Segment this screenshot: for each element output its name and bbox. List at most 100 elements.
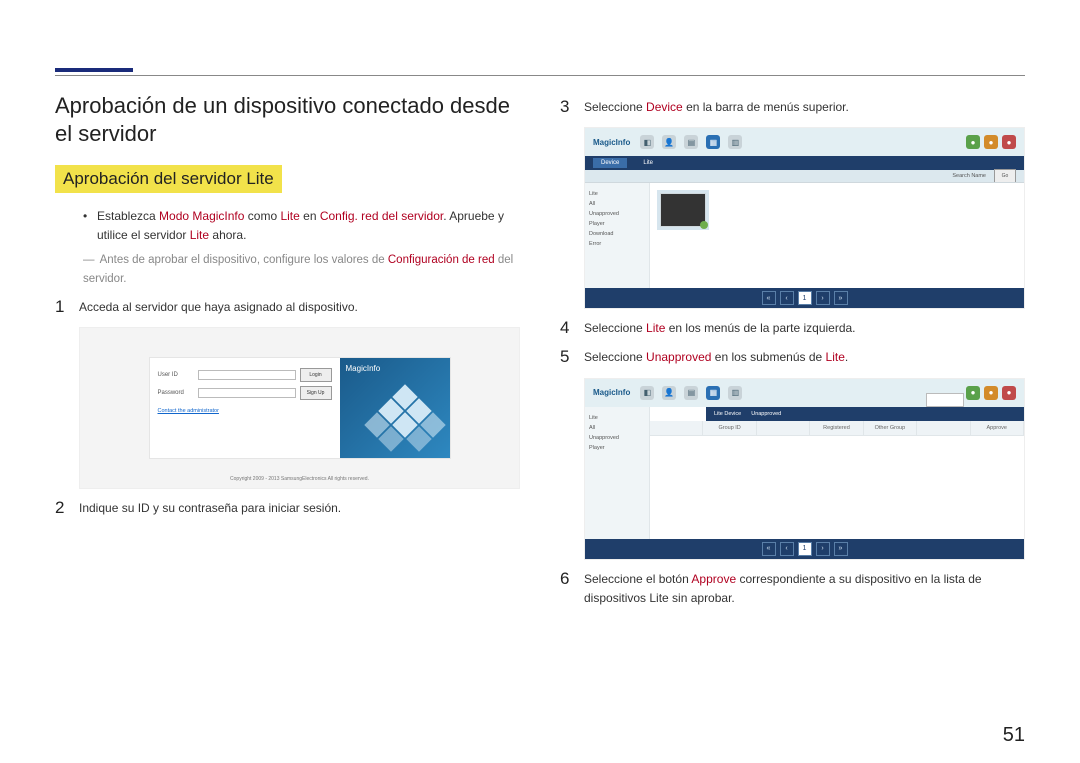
status-green-icon[interactable]: ● bbox=[966, 135, 980, 149]
step-5: 5 Seleccione Unapproved en los submenús … bbox=[560, 348, 1025, 367]
go-button[interactable]: Go bbox=[994, 169, 1016, 183]
search-label: Search Name bbox=[952, 173, 986, 179]
table-col: Approve bbox=[971, 421, 1024, 435]
signup-button[interactable]: Sign Up bbox=[300, 386, 332, 400]
content-icon[interactable]: ▤ bbox=[684, 386, 698, 400]
device-thumbnail[interactable] bbox=[660, 193, 706, 227]
step-text: Seleccione bbox=[584, 100, 646, 114]
sidebar-item[interactable]: Download bbox=[589, 229, 645, 239]
status-red-icon[interactable]: ● bbox=[1002, 135, 1016, 149]
table-col: Registered bbox=[810, 421, 863, 435]
pager-prev-icon[interactable]: ‹ bbox=[780, 542, 794, 556]
status-red-icon[interactable]: ● bbox=[1002, 386, 1016, 400]
subsection-heading: Aprobación del servidor Lite bbox=[55, 165, 282, 193]
dashboard-icon[interactable]: ◧ bbox=[640, 135, 654, 149]
table-col: Group ID bbox=[703, 421, 756, 435]
sidebar-item[interactable]: Lite bbox=[589, 413, 645, 423]
subtab-unapproved[interactable]: Unapproved bbox=[751, 411, 781, 417]
step-4: 4 Seleccione Lite en los menús de la par… bbox=[560, 319, 1025, 338]
screenshot-device-menu: MagicInfo ◧ 👤 ▤ ▦ ▥ ● ● ● Devic bbox=[584, 127, 1025, 309]
sidebar-item[interactable]: Lite bbox=[589, 189, 645, 199]
step-number: 4 bbox=[560, 319, 584, 338]
app-logo: MagicInfo bbox=[593, 138, 630, 147]
pager-first-icon[interactable]: « bbox=[762, 542, 776, 556]
step-text: . bbox=[845, 350, 848, 364]
bullet-dot: • bbox=[83, 207, 97, 245]
bullet-text: como bbox=[244, 209, 280, 223]
tab-device[interactable]: Device bbox=[593, 158, 627, 168]
bullet-item: • Establezca Modo MagicInfo como Lite en… bbox=[83, 207, 520, 245]
keyword: Unapproved bbox=[646, 350, 711, 364]
bullet-text: en bbox=[300, 209, 320, 223]
pager-last-icon[interactable]: » bbox=[834, 542, 848, 556]
step-number: 2 bbox=[55, 499, 79, 518]
user-icon[interactable]: 👤 bbox=[662, 386, 676, 400]
keyword: Config. red del servidor bbox=[320, 209, 443, 223]
dashboard-icon[interactable]: ◧ bbox=[640, 386, 654, 400]
note: ― Antes de aprobar el dispositivo, confi… bbox=[83, 251, 520, 288]
sidebar-item[interactable]: All bbox=[589, 199, 645, 209]
step-number: 5 bbox=[560, 348, 584, 367]
keyword: Lite bbox=[280, 209, 299, 223]
login-button[interactable]: Login bbox=[300, 368, 332, 382]
pager-next-icon[interactable]: › bbox=[816, 542, 830, 556]
password-input[interactable] bbox=[198, 388, 296, 398]
status-green-icon[interactable]: ● bbox=[966, 386, 980, 400]
contact-admin-link[interactable]: Contact the administrator bbox=[158, 408, 332, 414]
tab-lite[interactable]: Lite bbox=[643, 160, 653, 166]
login-copyright: Copyright 2009 - 2013 SamsungElectronics… bbox=[80, 476, 519, 482]
note-text: Antes de aprobar el dispositivo, configu… bbox=[100, 254, 388, 266]
pager-page[interactable]: 1 bbox=[798, 291, 812, 305]
stats-icon[interactable]: ▥ bbox=[728, 135, 742, 149]
pager: « ‹ 1 › » bbox=[585, 539, 1024, 559]
sidebar-item[interactable]: Error bbox=[589, 239, 645, 249]
user-icon[interactable]: 👤 bbox=[662, 135, 676, 149]
pager-prev-icon[interactable]: ‹ bbox=[780, 291, 794, 305]
pager-next-icon[interactable]: › bbox=[816, 291, 830, 305]
step-text: en los submenús de bbox=[711, 350, 825, 364]
device-icon[interactable]: ▦ bbox=[706, 386, 720, 400]
sidebar-item[interactable]: All bbox=[589, 423, 645, 433]
sidebar-item[interactable]: Player bbox=[589, 443, 645, 453]
keyword: Approve bbox=[691, 572, 736, 586]
pager-last-icon[interactable]: » bbox=[834, 291, 848, 305]
sidebar-item[interactable]: Unapproved bbox=[589, 209, 645, 219]
stats-icon[interactable]: ▥ bbox=[728, 386, 742, 400]
header-rule bbox=[55, 75, 1025, 76]
table-col bbox=[917, 421, 970, 435]
step-text: en la barra de menús superior. bbox=[683, 100, 849, 114]
table-col bbox=[757, 421, 810, 435]
status-orange-icon[interactable]: ● bbox=[984, 135, 998, 149]
user-id-input[interactable] bbox=[198, 370, 296, 380]
step-number: 6 bbox=[560, 570, 584, 608]
header-accent-bar bbox=[55, 68, 133, 72]
pager-page[interactable]: 1 bbox=[798, 542, 812, 556]
note-dash-icon: ― bbox=[83, 251, 97, 269]
keyword: Device bbox=[646, 100, 683, 114]
sidebar-item[interactable]: Player bbox=[589, 219, 645, 229]
approve-button[interactable]: Approve bbox=[926, 393, 964, 407]
keyword: Lite bbox=[646, 321, 665, 335]
section-title: Aprobación de un dispositivo conectado d… bbox=[55, 92, 520, 147]
user-id-label: User ID bbox=[158, 372, 194, 378]
subtab-lite-device[interactable]: Lite Device bbox=[714, 411, 741, 417]
bullet-text: Establezca bbox=[97, 209, 159, 223]
screenshot-unapproved: MagicInfo ◧ 👤 ▤ ▦ ▥ ● ● ● bbox=[584, 378, 1025, 560]
step-text: Seleccione el botón bbox=[584, 572, 691, 586]
step-3: 3 Seleccione Device en la barra de menús… bbox=[560, 98, 1025, 117]
sidebar: Lite All Unapproved Player bbox=[585, 407, 650, 539]
page-number: 51 bbox=[1003, 724, 1025, 747]
pager-first-icon[interactable]: « bbox=[762, 291, 776, 305]
status-orange-icon[interactable]: ● bbox=[984, 386, 998, 400]
screenshot-login: User ID Login Password Sign Up Contact t… bbox=[79, 327, 520, 489]
step-text: Indique su ID y su contraseña para inici… bbox=[79, 499, 520, 518]
step-number: 3 bbox=[560, 98, 584, 117]
sidebar: Lite All Unapproved Player Download Erro… bbox=[585, 183, 650, 288]
keyword: Lite bbox=[190, 228, 209, 242]
content-icon[interactable]: ▤ bbox=[684, 135, 698, 149]
device-icon[interactable]: ▦ bbox=[706, 135, 720, 149]
table-header: Group ID Registered Other Group Approve bbox=[650, 421, 1024, 436]
step-number: 1 bbox=[55, 298, 79, 317]
pager: « ‹ 1 › » bbox=[585, 288, 1024, 308]
sidebar-item[interactable]: Unapproved bbox=[589, 433, 645, 443]
